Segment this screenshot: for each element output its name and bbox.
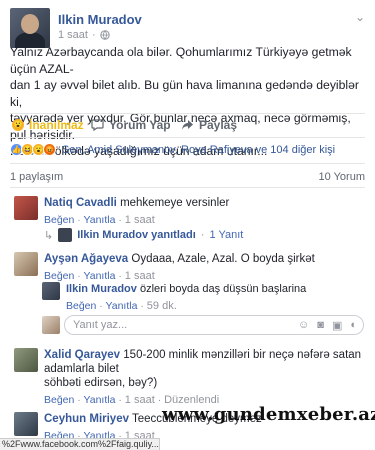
comment-author[interactable]: Xalid Qarayev (44, 349, 120, 361)
reply-links: Beğen · Yanıtla · 59 dk. (66, 300, 177, 312)
comment-links: Beğen · Yanıtla · 1 saat (44, 270, 155, 282)
react-button[interactable]: 😮 İnanılmaz (12, 118, 84, 132)
divider (10, 163, 365, 164)
replied-by: Ilkin Muradov yanıtladı (77, 229, 196, 241)
reply-author[interactable]: Ilkin Muradov (66, 283, 137, 295)
counts-row: 1 paylaşım 10 Yorum (10, 171, 365, 183)
reply-link[interactable]: Yanıtla (84, 270, 116, 282)
reply-link[interactable]: Yanıtla (84, 214, 116, 226)
reply-input-icons: ☺ ◙ ▣ ◐ (298, 319, 357, 332)
comment-button[interactable]: Yorum Yap (91, 118, 171, 132)
angry-reaction-icon: 😡 (43, 143, 56, 156)
globe-icon (99, 30, 110, 40)
sticker-icon[interactable]: ◐ (350, 319, 357, 332)
divider (10, 137, 365, 138)
post-header: Ilkin Muradov 1 saat · (10, 8, 142, 48)
post-action-bar: 😮 İnanılmaz Yorum Yap Paylaş (0, 114, 375, 136)
divider (10, 187, 365, 188)
avatar[interactable] (42, 282, 60, 300)
share-count[interactable]: 1 paylaşım (10, 171, 63, 183)
comment: Natiq Cavadli mehkemeye versinler Beğen … (14, 196, 229, 227)
reply-input-placeholder: Yanıt yaz... (73, 319, 128, 331)
reply-link[interactable]: Yanıtla (106, 300, 138, 312)
post-meta: 1 saat · (58, 29, 142, 41)
post-time[interactable]: 1 saat (58, 29, 88, 41)
post-options-chevron-icon[interactable]: ⌄ (355, 10, 365, 24)
view-replies[interactable]: ↳ Ilkin Muradov yanıtladı · 1 Yanıt (44, 228, 243, 242)
wow-emoji-icon: 😮 (12, 119, 24, 131)
post-text-line: Yalnız Azərbaycanda ola bilər. Qohumları… (10, 45, 352, 76)
site-watermark: www.gundemxeber.az (162, 404, 375, 425)
comment-count[interactable]: 10 Yorum (319, 171, 365, 183)
comment-text-line: söhbəti edirsən, bəy?) (44, 377, 158, 389)
reactions-text: Sen, Amid Suleymanov, Roya Rafiyeva ve 1… (62, 143, 336, 156)
comment-author[interactable]: Natiq Cavadli (44, 197, 117, 209)
comment-author[interactable]: Ayşən Ağayeva (44, 253, 128, 265)
comment-author[interactable]: Ceyhun Miriyev (44, 413, 129, 425)
comment-links: Beğen · Yanıtla · 1 saat (44, 214, 155, 226)
reply-arrow-icon: ↳ (44, 229, 54, 242)
reply-input[interactable]: Yanıt yaz... ☺ ◙ ▣ ◐ (64, 315, 364, 335)
reply-link[interactable]: Yanıtla (84, 394, 116, 406)
like-link[interactable]: Beğen (44, 270, 74, 282)
comment-time[interactable]: 1 saat (125, 214, 155, 226)
avatar (42, 316, 60, 334)
like-link[interactable]: Beğen (44, 394, 74, 406)
avatar[interactable] (10, 8, 50, 48)
share-button[interactable]: Paylaş (181, 118, 237, 132)
comment-time[interactable]: 1 saat (125, 270, 155, 282)
comment-text: Oydaaa, Azale, Azal. O boyda şirkət (131, 253, 315, 265)
post-author-name[interactable]: Ilkin Muradov (58, 12, 142, 27)
reactions-summary[interactable]: 👍 😆 😮 😡 Sen, Amid Suleymanov, Roya Rafiy… (10, 143, 335, 156)
reply-time[interactable]: 59 dk. (147, 300, 177, 312)
comment-icon (91, 119, 104, 131)
avatar[interactable] (14, 196, 38, 220)
like-link[interactable]: Beğen (66, 300, 96, 312)
share-icon (182, 120, 193, 130)
gif-icon[interactable]: ▣ (332, 319, 342, 332)
avatar (58, 228, 73, 242)
like-link[interactable]: Beğen (44, 214, 74, 226)
comment-time[interactable]: 1 saat (125, 394, 155, 406)
comment-text: mehkemeye versinler (120, 197, 230, 209)
avatar[interactable] (14, 412, 38, 436)
react-label: İnanılmaz (29, 118, 84, 132)
reply-count: 1 Yanıt (209, 229, 244, 241)
share-label: Paylaş (199, 118, 238, 132)
comment-label: Yorum Yap (109, 118, 171, 132)
avatar[interactable] (14, 348, 38, 372)
camera-icon[interactable]: ◙ (317, 319, 324, 332)
comment: Xalid Qarayev 150-200 minlik mənzilləri … (14, 348, 375, 407)
emoji-icon[interactable]: ☺ (298, 319, 309, 332)
status-bar-url: %2Fwww.facebook.com%2Ffaig.quliy... (0, 438, 160, 450)
post-text-line: dan 1 ay əvvəl bilet alıb. Bu gün hava l… (10, 78, 359, 109)
reply-text: özleri boyda daş düşsün başlarina (139, 283, 307, 295)
comment: Ayşən Ağayeva Oydaaa, Azale, Azal. O boy… (14, 252, 315, 283)
nested-reply: Ilkin Muradov özleri boyda daş düşsün ba… (42, 282, 306, 313)
avatar[interactable] (14, 252, 38, 276)
